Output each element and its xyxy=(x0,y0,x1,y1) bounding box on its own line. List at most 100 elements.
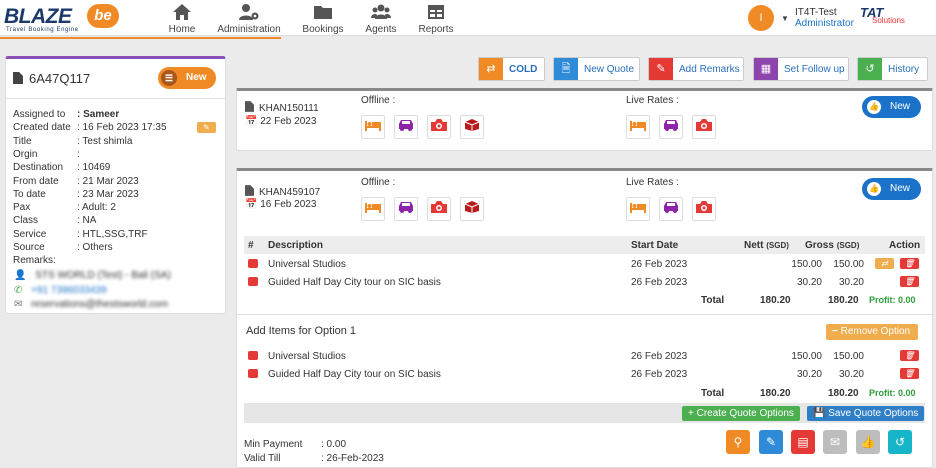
nav-administration[interactable]: Administration xyxy=(213,3,285,35)
credit-card-icon[interactable]: ▤ xyxy=(791,430,815,454)
package-service-icon[interactable] xyxy=(460,197,484,221)
divider xyxy=(237,314,934,315)
list-icon: ☰ xyxy=(161,70,177,86)
file-icon xyxy=(245,185,254,196)
trash-icon[interactable]: 🗑 xyxy=(900,350,919,361)
history-icon[interactable]: ↺ xyxy=(888,430,912,454)
new-quote-button[interactable]: 🗎 New Quote xyxy=(553,57,640,81)
item-gross: 30.20 xyxy=(838,277,864,288)
user-icon: 👤 xyxy=(14,270,27,281)
user-name[interactable]: IT4T-Test xyxy=(795,7,837,18)
car-service-icon[interactable] xyxy=(659,197,683,221)
shuffle-icon: ⇄ xyxy=(479,58,503,80)
camera-icon xyxy=(248,351,258,360)
quote-option-panel-2: KHAN459107 📅 16 Feb 2023 Offline : Live … xyxy=(236,168,934,468)
item-nett: 30.20 xyxy=(796,369,822,380)
plus-icon: + xyxy=(688,408,694,419)
camera-service-icon[interactable] xyxy=(692,115,716,139)
history-button[interactable]: ↺ History xyxy=(857,57,928,81)
contact-phone: ✆ +91 7396033439 xyxy=(14,285,107,296)
remove-option-button[interactable]: − Remove Option xyxy=(826,324,918,340)
info-value: : 23 Mar 2023 xyxy=(77,188,139,200)
camera-icon xyxy=(248,259,258,268)
item-description: Universal Studios xyxy=(268,351,346,362)
file-icon xyxy=(245,101,254,112)
info-label: Orgin xyxy=(13,148,38,160)
info-value: : 16 Feb 2023 17:35 xyxy=(77,122,167,134)
user-avatar[interactable]: I xyxy=(748,5,774,31)
table-row: Guided Half Day City tour on SIC basis 26… xyxy=(244,273,925,291)
set-follow-up-button[interactable]: ▦ Set Follow up xyxy=(753,57,849,81)
calendar-icon: 📅 xyxy=(245,116,258,127)
add-remarks-button[interactable]: ✎ Add Remarks xyxy=(648,57,744,81)
minus-icon: − xyxy=(832,326,838,337)
quote-status-button[interactable]: ☰ New xyxy=(158,67,216,89)
option-date: 📅 16 Feb 2023 xyxy=(245,199,317,210)
top-navbar: BLAZE be Travel Booking Engine Home Admi… xyxy=(0,0,936,36)
nav-home[interactable]: Home xyxy=(163,3,201,35)
car-service-icon[interactable] xyxy=(394,197,418,221)
hotel-service-icon[interactable] xyxy=(361,197,385,221)
file-icon xyxy=(13,72,23,84)
option-code: KHAN150111 xyxy=(245,101,319,114)
live-rates-label: Live Rates : xyxy=(626,95,679,106)
folder-icon xyxy=(314,6,332,19)
trash-icon[interactable]: 🗑 xyxy=(900,258,919,269)
remarks-label: Remarks: xyxy=(13,255,56,266)
trash-icon[interactable]: 🗑 xyxy=(900,276,919,287)
info-value: : xyxy=(77,148,80,160)
offline-label: Offline : xyxy=(361,177,396,188)
calendar-icon: ▦ xyxy=(754,58,778,80)
item-nett: 150.00 xyxy=(791,259,822,270)
calendar-icon: 📅 xyxy=(245,199,258,210)
chevron-down-icon[interactable]: ▼ xyxy=(781,14,789,23)
add-items-heading: Add Items for Option 1 xyxy=(246,325,357,337)
create-quote-options-button[interactable]: + Create Quote Options xyxy=(682,406,800,421)
option-status-button[interactable]: 👍 New xyxy=(862,96,921,118)
thumbs-up-icon[interactable]: 👍 xyxy=(856,430,880,454)
edit-icon[interactable]: ✎ xyxy=(197,122,216,133)
info-label: Created date xyxy=(13,122,71,134)
camera-service-icon[interactable] xyxy=(692,197,716,221)
nav-agents[interactable]: Agents xyxy=(362,3,400,35)
min-payment-label: Min Payment xyxy=(244,439,303,450)
history-icon: ↺ xyxy=(858,58,882,80)
cold-button[interactable]: ⇄ COLD xyxy=(478,57,545,81)
item-nett: 150.00 xyxy=(791,351,822,362)
hotel-service-icon[interactable] xyxy=(361,115,385,139)
quote-options-bar: + Create Quote Options 💾 Save Quote Opti… xyxy=(244,403,925,423)
hotel-service-icon[interactable] xyxy=(626,197,650,221)
car-service-icon[interactable] xyxy=(394,115,418,139)
pencil-icon[interactable]: ✎ xyxy=(759,430,783,454)
envelope-icon[interactable]: ✉ xyxy=(823,430,847,454)
package-service-icon[interactable] xyxy=(460,115,484,139)
user-role: Administrator xyxy=(795,18,854,29)
quote-id: 6A47Q117 xyxy=(13,71,90,86)
hotel-service-icon[interactable] xyxy=(626,115,650,139)
car-service-icon[interactable] xyxy=(659,115,683,139)
save-quote-options-button[interactable]: 💾 Save Quote Options xyxy=(807,406,925,421)
item-nett: 30.20 xyxy=(796,277,822,288)
item-description: Universal Studios xyxy=(268,259,346,270)
table-row: Universal Studios 26 Feb 2023 150.00 150.00… xyxy=(244,347,925,365)
nav-reports[interactable]: Reports xyxy=(416,3,456,35)
search-icon[interactable]: ⚲ xyxy=(726,430,750,454)
valid-till-value: : 26-Feb-2023 xyxy=(321,453,384,464)
thumbs-up-icon: 👍 xyxy=(867,182,881,196)
whatsapp-icon: ✆ xyxy=(14,285,23,296)
table-row: Guided Half Day City tour on SIC basis 26… xyxy=(244,365,925,383)
option-status-button[interactable]: 👍 New xyxy=(862,178,921,200)
camera-service-icon[interactable] xyxy=(427,197,451,221)
partner-logo: TAT Solutions xyxy=(860,5,905,25)
table-icon xyxy=(428,5,444,19)
camera-icon xyxy=(248,277,258,286)
blazebe-logo[interactable]: BLAZE be Travel Booking Engine xyxy=(4,4,124,34)
nav-bookings[interactable]: Bookings xyxy=(300,3,346,35)
shuffle-icon[interactable]: ⇄ xyxy=(875,258,894,269)
item-start-date: 26 Feb 2023 xyxy=(631,277,688,288)
users-cog-icon xyxy=(239,4,259,20)
camera-service-icon[interactable] xyxy=(427,115,451,139)
info-label: Assigned to xyxy=(13,109,66,120)
trash-icon[interactable]: 🗑 xyxy=(900,368,919,379)
header-accent-line xyxy=(0,37,936,39)
